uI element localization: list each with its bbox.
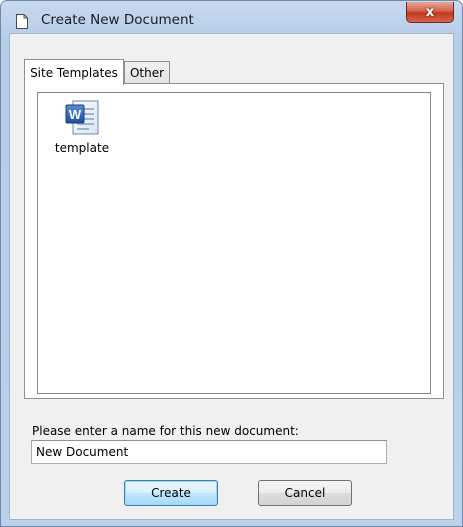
name-prompt-label: Please enter a name for this new documen… [32, 424, 299, 438]
dialog-body: Site Templates Other W template Please e… [9, 33, 454, 520]
close-icon: x [425, 4, 435, 20]
title-bar[interactable]: Create New Document x [1, 1, 462, 35]
template-item[interactable]: W template [48, 99, 116, 155]
template-list[interactable]: W template [37, 92, 431, 394]
cancel-button[interactable]: Cancel [258, 480, 352, 506]
tab-label: Site Templates [30, 65, 118, 80]
tab-other[interactable]: Other [124, 61, 170, 83]
template-label: template [54, 141, 110, 155]
tab-panel: W template [24, 83, 444, 399]
tab-label: Other [129, 65, 165, 80]
close-button[interactable]: x [406, 2, 454, 23]
svg-text:W: W [69, 107, 82, 122]
tab-site-templates[interactable]: Site Templates [24, 59, 124, 85]
create-button[interactable]: Create [124, 480, 218, 506]
blank-document-icon [16, 14, 28, 29]
window-title: Create New Document [41, 12, 194, 28]
dialog-window: Create New Document x Site Templates Oth… [0, 0, 463, 527]
word-document-icon: W [65, 100, 99, 135]
document-name-input[interactable] [31, 440, 387, 464]
